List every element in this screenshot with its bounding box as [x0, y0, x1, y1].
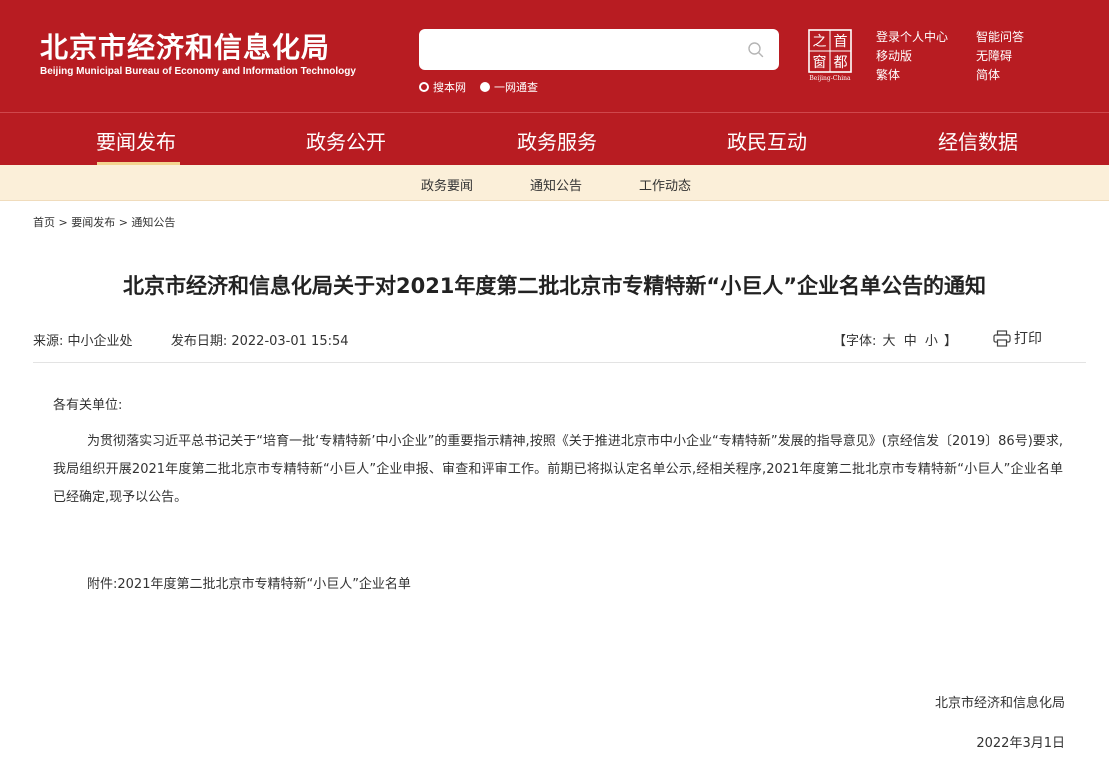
logo-char: 窗 [813, 54, 827, 71]
capital-window-logo[interactable]: 之 首 窗 都 [808, 29, 852, 73]
article-meta: 来源: 中小企业处 发布日期: 2022-03-01 15:54 [33, 330, 349, 349]
logo-char: 首 [834, 34, 848, 50]
scope-option-site[interactable]: 搜本网 [419, 79, 466, 95]
search-icon[interactable] [747, 41, 765, 59]
nav-item-data[interactable]: 经信数据 [938, 126, 1018, 155]
logo-char: 之 [813, 34, 827, 50]
scope-option-label: 一网通查 [494, 81, 538, 94]
sign-date: 2022年3月1日 [976, 736, 1065, 751]
radio-unchecked-icon[interactable] [419, 82, 429, 92]
login-link[interactable]: 登录个人中心 [876, 28, 948, 45]
salutation: 各有关单位: [53, 398, 123, 413]
breadcrumb[interactable]: 首页 > 要闻发布 > 通知公告 [33, 214, 175, 230]
meta-divider [33, 362, 1086, 363]
sub-nav: 政务要闻 通知公告 工作动态 [0, 165, 1109, 201]
mobile-link[interactable]: 移动版 [876, 47, 912, 64]
search-input[interactable] [431, 37, 731, 62]
body-paragraph: 为贯彻落实习近平总书记关于“培育一批‘专精特新’中小企业”的重要指示精神,按照《… [53, 434, 1063, 505]
simplified-chinese-link[interactable]: 简体 [976, 66, 1000, 83]
print-label: 打印 [1014, 331, 1042, 347]
site-title-en: Beijing Municipal Bureau of Economy and … [40, 66, 356, 77]
accessibility-link[interactable]: 无障碍 [976, 47, 1012, 64]
site-title-cn[interactable]: 北京市经济和信息化局 [40, 26, 330, 66]
print-button[interactable]: 打印 [993, 328, 1042, 348]
date-label: 发布日期: [170, 334, 228, 349]
font-size-medium-button[interactable]: 中 [904, 334, 917, 349]
sub-nav-item-updates[interactable]: 工作动态 [639, 175, 691, 194]
scope-option-all[interactable]: 一网通查 [480, 79, 538, 95]
source-value: 中小企业处 [67, 334, 133, 349]
printer-icon [993, 329, 1011, 347]
publish-date: 2022-03-01 15:54 [231, 334, 349, 349]
source-label: 来源: [33, 334, 64, 349]
signer: 北京市经济和信息化局 [934, 696, 1065, 711]
article-title: 北京市经济和信息化局关于对2021年度第二批北京市专精特新“小巨人”企业名单公告… [122, 274, 987, 298]
nav-item-services[interactable]: 政务服务 [517, 126, 597, 155]
nav-item-interaction[interactable]: 政民互动 [727, 126, 807, 155]
nav-item-affairs-public[interactable]: 政务公开 [306, 126, 386, 155]
nav-item-news[interactable]: 要闻发布 [96, 126, 176, 155]
logo-char: 都 [834, 55, 848, 71]
font-size-controls: 【字体: 大 中 小 】 [833, 330, 957, 349]
attachment-link[interactable]: 附件:2021年度第二批北京市专精特新“小巨人”企业名单 [87, 573, 411, 592]
smart-qa-link[interactable]: 智能问答 [976, 28, 1024, 45]
sub-nav-item-news[interactable]: 政务要闻 [421, 175, 473, 194]
font-size-small-button[interactable]: 小 [925, 334, 938, 349]
logo-caption: Beijing-China [809, 75, 851, 82]
scope-option-label: 搜本网 [433, 81, 466, 94]
sub-nav-item-notices[interactable]: 通知公告 [530, 175, 582, 194]
font-size-prefix: 【字体: [833, 334, 877, 349]
site-header: 北京市经济和信息化局 Beijing Municipal Bureau of E… [0, 0, 1109, 112]
search-box [419, 29, 779, 70]
font-size-large-button[interactable]: 大 [883, 334, 896, 349]
traditional-chinese-link[interactable]: 繁体 [876, 66, 900, 83]
radio-checked-icon[interactable] [480, 82, 490, 92]
font-size-suffix: 】 [944, 334, 958, 349]
main-nav: 要闻发布 政务公开 政务服务 政民互动 经信数据 [0, 112, 1109, 165]
search-scope: 搜本网 一网通查 [419, 79, 552, 95]
